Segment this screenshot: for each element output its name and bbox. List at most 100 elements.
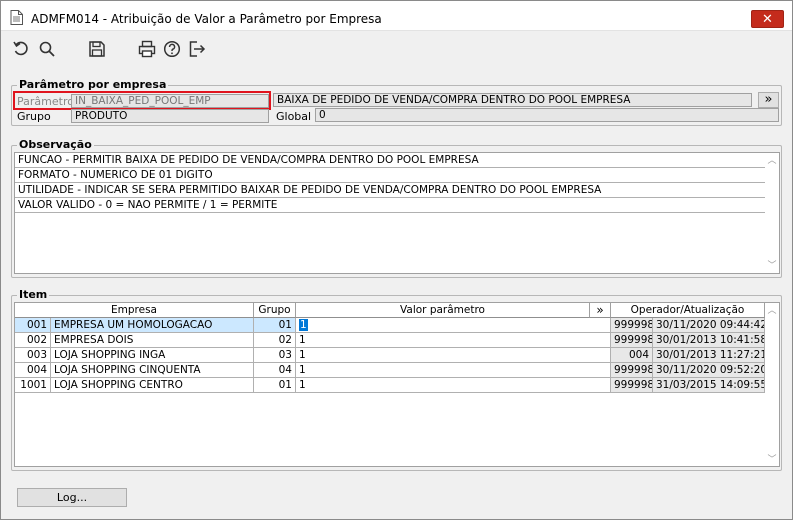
observacao-line: UTILIDADE - INDICAR SE SERA PERMITIDO BA… xyxy=(15,183,766,198)
header-operador[interactable]: Operador/Atualização xyxy=(611,303,765,318)
cell-code: 001 xyxy=(15,318,51,333)
toolbar xyxy=(1,32,792,66)
cell-empresa: EMPRESA DOIS xyxy=(51,333,254,348)
document-icon xyxy=(10,10,23,25)
cell-valor[interactable]: 1 xyxy=(296,333,611,348)
table-row[interactable]: 004 LOJA SHOPPING CINQUENTA 04 1 999998 30/11… xyxy=(15,363,765,378)
cell-code-text: 002 xyxy=(26,334,47,346)
cell-data: 30/11/2020 09:52:20 xyxy=(653,363,765,378)
cell-operador-text: 999998 xyxy=(614,364,653,376)
cell-code: 004 xyxy=(15,363,51,378)
undo-icon[interactable] xyxy=(12,40,30,58)
help-icon[interactable] xyxy=(163,40,181,58)
cell-grupo: 02 xyxy=(254,333,296,348)
cell-grupo-text: 02 xyxy=(278,334,292,346)
header-empresa[interactable]: Empresa xyxy=(15,303,254,318)
cell-valor-text: 1 xyxy=(299,364,306,376)
grupo-label: Grupo xyxy=(17,110,51,123)
parametro-group-label: Parâmetro por empresa xyxy=(17,78,169,91)
cell-empresa: LOJA SHOPPING CENTRO xyxy=(51,378,254,393)
log-button[interactable]: Log... xyxy=(17,488,127,507)
scroll-up-icon[interactable]: ︿ xyxy=(767,306,777,315)
header-more-button[interactable]: » xyxy=(590,303,611,318)
cell-data: 31/03/2015 14:09:55 xyxy=(653,378,765,393)
cell-operador: 004 xyxy=(611,348,653,363)
cell-data: 30/11/2020 09:44:42 xyxy=(653,318,765,333)
cell-empresa: EMPRESA UM HOMOLOGACAO xyxy=(51,318,254,333)
cell-data: 30/01/2013 10:41:58 xyxy=(653,333,765,348)
search-icon[interactable] xyxy=(38,40,56,58)
observacao-group-label: Observação xyxy=(17,138,94,151)
cell-empresa: LOJA SHOPPING INGA xyxy=(51,348,254,363)
scroll-down-icon[interactable]: ﹀ xyxy=(767,261,777,270)
print-icon[interactable] xyxy=(138,40,156,58)
cell-grupo-text: 01 xyxy=(278,379,292,391)
cell-empresa-text: LOJA SHOPPING INGA xyxy=(54,349,166,361)
cell-operador-text: 999998 xyxy=(614,319,653,331)
item-scrollbar[interactable]: ︿ ﹀ xyxy=(765,303,779,466)
cell-empresa: LOJA SHOPPING CINQUENTA xyxy=(51,363,254,378)
title-bar: ADMFM014 - Atribuição de Valor a Parâmet… xyxy=(1,1,792,31)
cell-operador: 999998 xyxy=(611,318,653,333)
cell-operador: 999998 xyxy=(611,378,653,393)
window-title: ADMFM014 - Atribuição de Valor a Parâmet… xyxy=(31,12,382,26)
cell-code-text: 001 xyxy=(26,319,47,331)
close-button[interactable]: ✕ xyxy=(751,10,784,28)
cell-valor-text: 1 xyxy=(299,319,308,331)
cell-empresa-text: EMPRESA DOIS xyxy=(54,334,134,346)
cell-valor[interactable]: 1 xyxy=(296,348,611,363)
observacao-line: VALOR VALIDO - 0 = NAO PERMITE / 1 = PER… xyxy=(15,198,766,213)
cell-operador-text: 004 xyxy=(628,349,649,361)
cell-operador-text: 999998 xyxy=(614,334,653,346)
cell-data: 30/01/2013 11:27:21 xyxy=(653,348,765,363)
cell-code-text: 1001 xyxy=(20,379,47,391)
save-icon[interactable] xyxy=(88,40,106,58)
parametro-highlight xyxy=(13,91,271,110)
cell-operador: 999998 xyxy=(611,363,653,378)
cell-code: 1001 xyxy=(15,378,51,393)
scroll-up-icon[interactable]: ︿ xyxy=(767,156,777,165)
cell-grupo: 01 xyxy=(254,318,296,333)
cell-operador-text: 999998 xyxy=(614,379,653,391)
cell-valor-text: 1 xyxy=(299,334,306,346)
observacao-line: FORMATO - NUMERICO DE 01 DIGITO xyxy=(15,168,766,183)
cell-grupo: 04 xyxy=(254,363,296,378)
cell-data-text: 30/01/2013 11:27:21 xyxy=(656,349,765,361)
observacao-textbox[interactable]: FUNCAO - PERMITIR BAIXA DE PEDIDO DE VEN… xyxy=(14,152,780,274)
cell-data-text: 30/01/2013 10:41:58 xyxy=(656,334,765,346)
table-row[interactable]: 001 EMPRESA UM HOMOLOGACAO 01 1 999998 30/11/… xyxy=(15,318,765,333)
app-window: ADMFM014 - Atribuição de Valor a Parâmet… xyxy=(0,0,793,520)
header-valor[interactable]: Valor parâmetro xyxy=(296,303,590,318)
cell-data-text: 31/03/2015 14:09:55 xyxy=(656,379,765,391)
observacao-line: FUNCAO - PERMITIR BAIXA DE PEDIDO DE VEN… xyxy=(15,153,766,168)
table-row[interactable]: 002 EMPRESA DOIS 02 1 999998 30/01/2013 10:41… xyxy=(15,333,765,348)
cell-data-text: 30/11/2020 09:44:42 xyxy=(656,319,765,331)
cell-grupo-text: 01 xyxy=(278,319,292,331)
global-field: 0 xyxy=(315,108,779,122)
parametro-more-button[interactable]: » xyxy=(758,92,779,108)
header-grupo[interactable]: Grupo xyxy=(254,303,296,318)
observacao-scrollbar[interactable]: ︿ ﹀ xyxy=(765,153,779,273)
table-row[interactable]: 003 LOJA SHOPPING INGA 03 1 004 30/01/2013 11… xyxy=(15,348,765,363)
cell-empresa-text: EMPRESA UM HOMOLOGACAO xyxy=(54,319,213,331)
cell-code-text: 003 xyxy=(26,349,47,361)
cell-empresa-text: LOJA SHOPPING CENTRO xyxy=(54,379,183,391)
cell-empresa-text: LOJA SHOPPING CINQUENTA xyxy=(54,364,201,376)
global-label: Global xyxy=(276,110,312,123)
cell-valor-text: 1 xyxy=(299,349,306,361)
item-group-label: Item xyxy=(17,288,50,301)
scroll-down-icon[interactable]: ﹀ xyxy=(767,455,777,464)
exit-icon[interactable] xyxy=(188,40,206,58)
cell-operador: 999998 xyxy=(611,333,653,348)
item-grid: Empresa Grupo Valor parâmetro » Operador… xyxy=(14,302,780,467)
cell-code: 003 xyxy=(15,348,51,363)
cell-valor[interactable]: 1 xyxy=(296,378,611,393)
table-row[interactable]: 1001 LOJA SHOPPING CENTRO 01 1 999998 31/03/2… xyxy=(15,378,765,393)
cell-grupo: 03 xyxy=(254,348,296,363)
cell-grupo-text: 03 xyxy=(278,349,292,361)
grupo-field: PRODUTO xyxy=(71,109,269,123)
cell-code-text: 004 xyxy=(26,364,47,376)
cell-valor-text: 1 xyxy=(299,379,306,391)
cell-valor[interactable]: 1 xyxy=(296,318,611,333)
cell-valor[interactable]: 1 xyxy=(296,363,611,378)
